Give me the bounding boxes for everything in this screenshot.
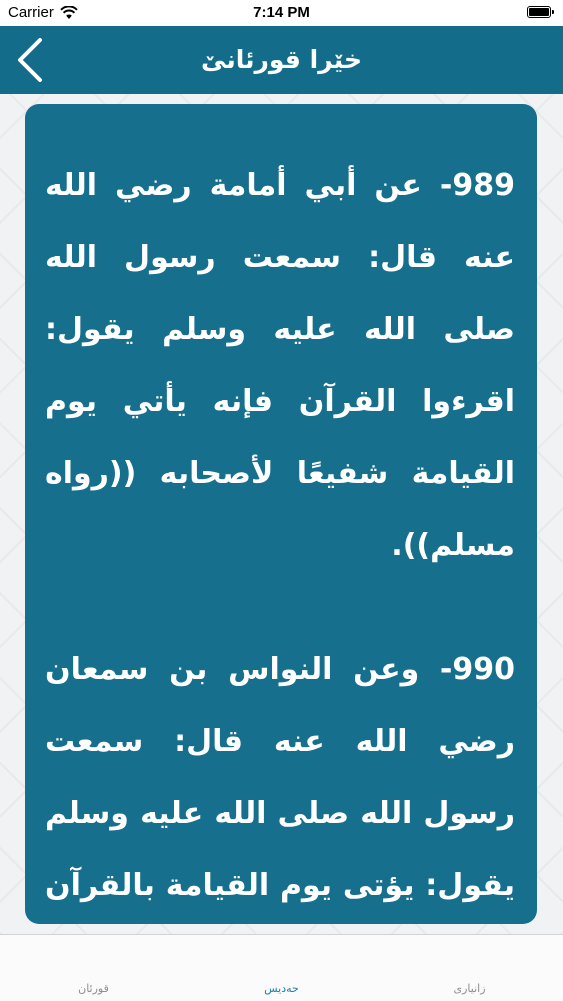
tab-bar: زانیاری حەدیس قورئان [0, 934, 563, 1001]
tab-label: قورئان [78, 982, 109, 995]
tab-label: زانیاری [453, 982, 486, 995]
hadith-card: 989- عن أبي أمامة رضي الله عنه قال: سمعت… [25, 104, 537, 924]
navigation-bar: خێرا قورئانێ [0, 26, 563, 94]
battery-icon [527, 6, 554, 18]
hadith-text: 989- عن أبي أمامة رضي الله عنه قال: سمعت… [45, 168, 515, 563]
tab-label: حەدیس [264, 982, 299, 995]
tab-quran[interactable]: قورئان [0, 935, 187, 1001]
page-title: خێرا قورئانێ [201, 45, 362, 74]
hadith-text: 990- وعن النواس بن سمعان رضي الله عنه قا… [45, 652, 515, 903]
status-bar: Carrier 7:14 PM [0, 0, 563, 26]
tab-hadith[interactable]: حەدیس [188, 935, 375, 1001]
status-time: 7:14 PM [253, 4, 310, 21]
tab-information[interactable]: زانیاری [376, 935, 563, 1001]
